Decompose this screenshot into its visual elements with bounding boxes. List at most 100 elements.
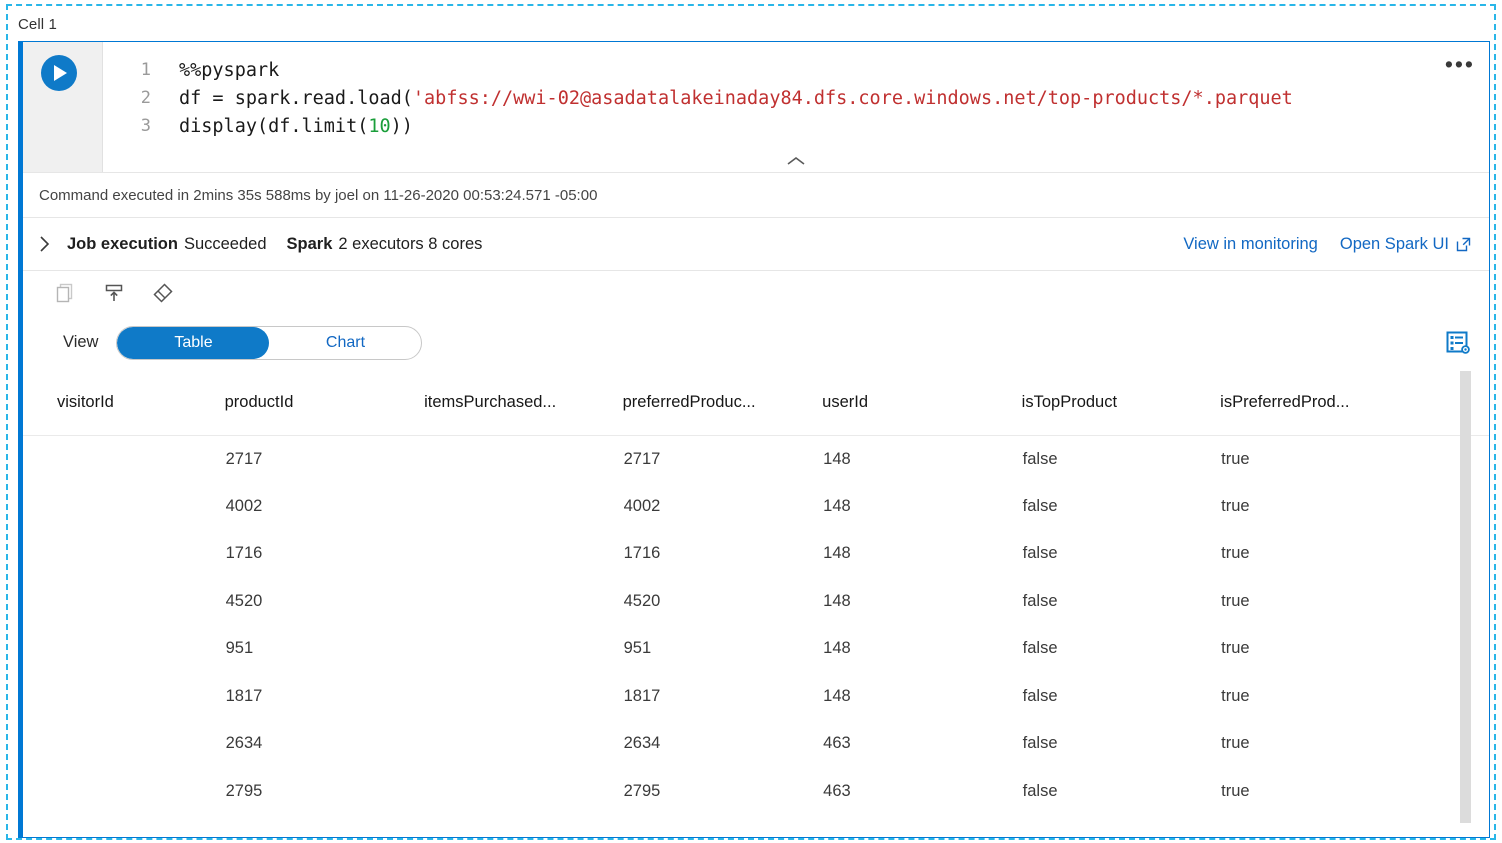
cell-istopproduct: false [1022, 449, 1058, 468]
code-token-number: 10 [368, 115, 391, 137]
column-header-visitorid[interactable]: visitorId [23, 371, 225, 436]
code-token-plain: df = spark.read.load( [179, 87, 413, 109]
tab-table[interactable]: Table [117, 326, 270, 359]
table-row[interactable]: 1817 1817 148 false true [23, 673, 1489, 721]
code-text: df = spark.read.load('abfss://wwi-02@asa… [151, 88, 1293, 109]
cell-productid: 2717 [225, 449, 263, 468]
table-row[interactable]: 2717 2717 148 false true [23, 435, 1489, 483]
cell-istopproduct: false [1022, 639, 1058, 658]
table-row[interactable]: 1716 1716 148 false true [23, 530, 1489, 578]
notebook-cell-screenshot: Cell 1 1 %%pyspark 2 df = spark.read.loa… [0, 0, 1502, 843]
code-line: 2 df = spark.read.load('abfss://wwi-02@a… [103, 84, 1489, 112]
cell-ispreferredproduct: true [1221, 496, 1250, 515]
cell-userid: 148 [823, 449, 851, 468]
more-options-icon[interactable]: ••• [1445, 53, 1475, 76]
job-execution-status: Succeeded [183, 234, 267, 253]
table-row[interactable]: 951 951 148 false true [23, 625, 1489, 673]
cell-ispreferredproduct: true [1221, 449, 1250, 468]
cell-userid: 463 [823, 734, 851, 753]
cell-visitorid [23, 673, 225, 721]
view-label: View [63, 333, 99, 351]
cell-productid: 2634 [225, 734, 263, 753]
cell-productid: 1716 [225, 544, 263, 563]
code-text: display(df.limit(10)) [151, 116, 413, 137]
cell-ispreferredproduct: true [1221, 591, 1250, 610]
cell-itemspurchased [424, 625, 622, 673]
code-body[interactable]: 1 %%pyspark 2 df = spark.read.load('abfs… [103, 42, 1489, 172]
code-token-plain: )) [390, 115, 413, 137]
open-spark-ui-link[interactable]: Open Spark UI [1340, 235, 1471, 254]
column-header-ispreferredproduct[interactable]: isPreferredProd... [1220, 371, 1489, 436]
cell-preferredproduct: 1716 [623, 544, 661, 563]
cell-visitorid [23, 530, 225, 578]
job-execution-bar: Job execution Succeeded Spark 2 executor… [23, 217, 1489, 270]
cell-itemspurchased [424, 673, 622, 721]
cell-preferredproduct: 2717 [623, 449, 661, 468]
cell-userid: 148 [823, 544, 851, 563]
cell-istopproduct: false [1022, 496, 1058, 515]
cell-itemspurchased [424, 483, 622, 531]
view-in-monitoring-link[interactable]: View in monitoring [1183, 235, 1318, 254]
cell-userid: 148 [823, 496, 851, 515]
view-toggle[interactable]: Table Chart [116, 325, 423, 360]
cell-ispreferredproduct: true [1221, 686, 1250, 705]
tab-chart[interactable]: Chart [269, 327, 421, 359]
table-row[interactable]: 2634 2634 463 false true [23, 720, 1489, 768]
code-token-plain: display(df.limit( [179, 115, 369, 137]
chevron-right-icon[interactable] [39, 235, 67, 253]
cell-productid: 951 [225, 639, 254, 658]
cell-itemspurchased [424, 720, 622, 768]
line-number: 3 [140, 116, 151, 136]
run-cell-button[interactable] [41, 55, 77, 91]
line-number: 1 [140, 60, 151, 80]
column-header-productid[interactable]: productId [224, 371, 425, 436]
column-header-preferredproduct[interactable]: preferredProduc... [622, 371, 823, 436]
results-table-container: visitorId productId itemsPurchased... pr… [23, 371, 1489, 823]
cell-preferredproduct: 4520 [623, 591, 661, 610]
chevron-up-icon[interactable] [103, 154, 1489, 170]
job-execution-summary: Job execution Succeeded Spark 2 executor… [67, 235, 482, 254]
cell-preferredproduct: 951 [623, 639, 652, 658]
cell-visitorid [23, 483, 225, 531]
cell-ispreferredproduct: true [1221, 781, 1250, 800]
copy-icon[interactable] [53, 280, 79, 306]
code-editor-area: 1 %%pyspark 2 df = spark.read.load('abfs… [23, 42, 1489, 172]
eraser-icon[interactable] [149, 280, 175, 306]
column-header-istopproduct[interactable]: isTopProduct [1021, 371, 1221, 436]
cell-ispreferredproduct: true [1221, 544, 1250, 563]
column-header-itemspurchased[interactable]: itemsPurchased... [424, 371, 623, 436]
cell-itemspurchased [424, 768, 622, 816]
cell-visitorid [23, 625, 225, 673]
cell-visitorid [23, 720, 225, 768]
cell-preferredproduct: 1817 [623, 686, 661, 705]
cell-istopproduct: false [1022, 734, 1058, 753]
output-toolbar [23, 270, 1489, 314]
code-token-string: 'abfss://wwi-02@asadatalakeinaday84.dfs.… [412, 87, 1293, 109]
cell-preferredproduct: 4002 [623, 496, 661, 515]
external-link-icon [1456, 237, 1471, 251]
cell-visitorid [23, 435, 225, 483]
table-row[interactable]: 4520 4520 148 false true [23, 578, 1489, 626]
cell-productid: 1817 [225, 686, 263, 705]
table-row[interactable]: 2795 2795 463 false true [23, 768, 1489, 816]
scrollbar-thumb[interactable] [1460, 371, 1471, 823]
execution-status-bar: Command executed in 2mins 35s 588ms by j… [23, 172, 1489, 217]
table-row[interactable]: 4002 4002 148 false true [23, 483, 1489, 531]
table-header-row: visitorId productId itemsPurchased... pr… [23, 371, 1489, 436]
cell-istopproduct: false [1022, 591, 1058, 610]
cell-itemspurchased [424, 530, 622, 578]
cell-productid: 2795 [225, 781, 263, 800]
cell-preferredproduct: 2634 [623, 734, 661, 753]
code-line: 3 display(df.limit(10)) [103, 112, 1489, 140]
spark-label: Spark [286, 234, 333, 253]
cell-ispreferredproduct: true [1221, 734, 1250, 753]
results-scrollbar[interactable] [1460, 371, 1471, 823]
cell-ispreferredproduct: true [1221, 639, 1250, 658]
notebook-cell: 1 %%pyspark 2 df = spark.read.load('abfs… [18, 41, 1490, 838]
export-icon[interactable] [101, 280, 127, 306]
column-header-userid[interactable]: userId [822, 371, 1022, 436]
table-body: 2717 2717 148 false true 4002 4002 148 f… [23, 435, 1489, 815]
table-settings-icon[interactable] [1445, 330, 1471, 356]
job-links: View in monitoring Open Spark UI [1183, 235, 1471, 254]
cell-itemspurchased [424, 435, 622, 483]
